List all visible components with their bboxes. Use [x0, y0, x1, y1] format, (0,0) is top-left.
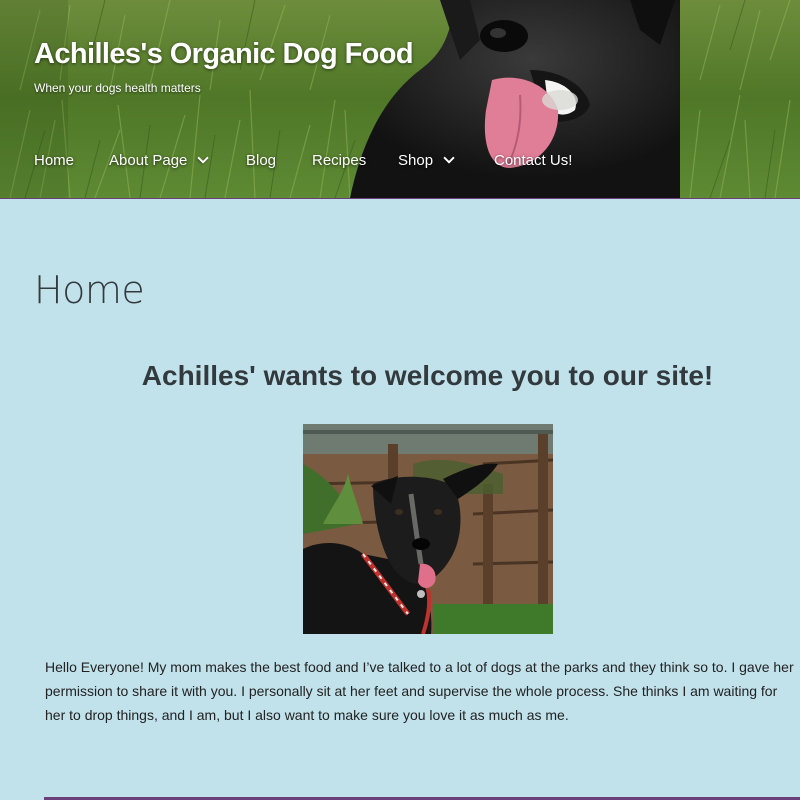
nav-item-label: Home	[34, 151, 75, 169]
site-tagline: When your dogs health matters	[34, 81, 201, 95]
site-title[interactable]: Achilles's Organic Dog Food	[34, 38, 414, 71]
welcome-heading: Achilles' wants to welcome you to our si…	[141, 360, 714, 391]
site-header: Achilles's Organic Dog Food When your do…	[0, 0, 800, 199]
primary-navigation: Home About Page Blog Recipes Shop Contac…	[0, 148, 800, 172]
intro-paragraph: Hello Everyone! My mom makes the best fo…	[45, 659, 794, 723]
chevron-down-icon[interactable]	[443, 151, 455, 164]
chevron-down-icon[interactable]	[197, 151, 210, 164]
nav-item-label: Blog	[246, 151, 277, 169]
nav-item-about[interactable]: About Page	[109, 148, 210, 172]
achilles-photo	[303, 424, 553, 634]
nav-item-label: Contact Us!	[494, 151, 573, 169]
nav-item-contact[interactable]: Contact Us!	[494, 148, 572, 172]
nav-item-blog[interactable]: Blog	[246, 148, 276, 172]
page-title: Home	[34, 268, 145, 312]
nav-item-label: Shop	[398, 151, 434, 169]
nav-item-shop[interactable]: Shop	[398, 148, 455, 172]
nav-item-home[interactable]: Home	[34, 148, 74, 172]
nav-item-label: Recipes	[312, 151, 367, 169]
nav-item-recipes[interactable]: Recipes	[312, 148, 366, 172]
nav-item-label: About Page	[109, 151, 188, 169]
